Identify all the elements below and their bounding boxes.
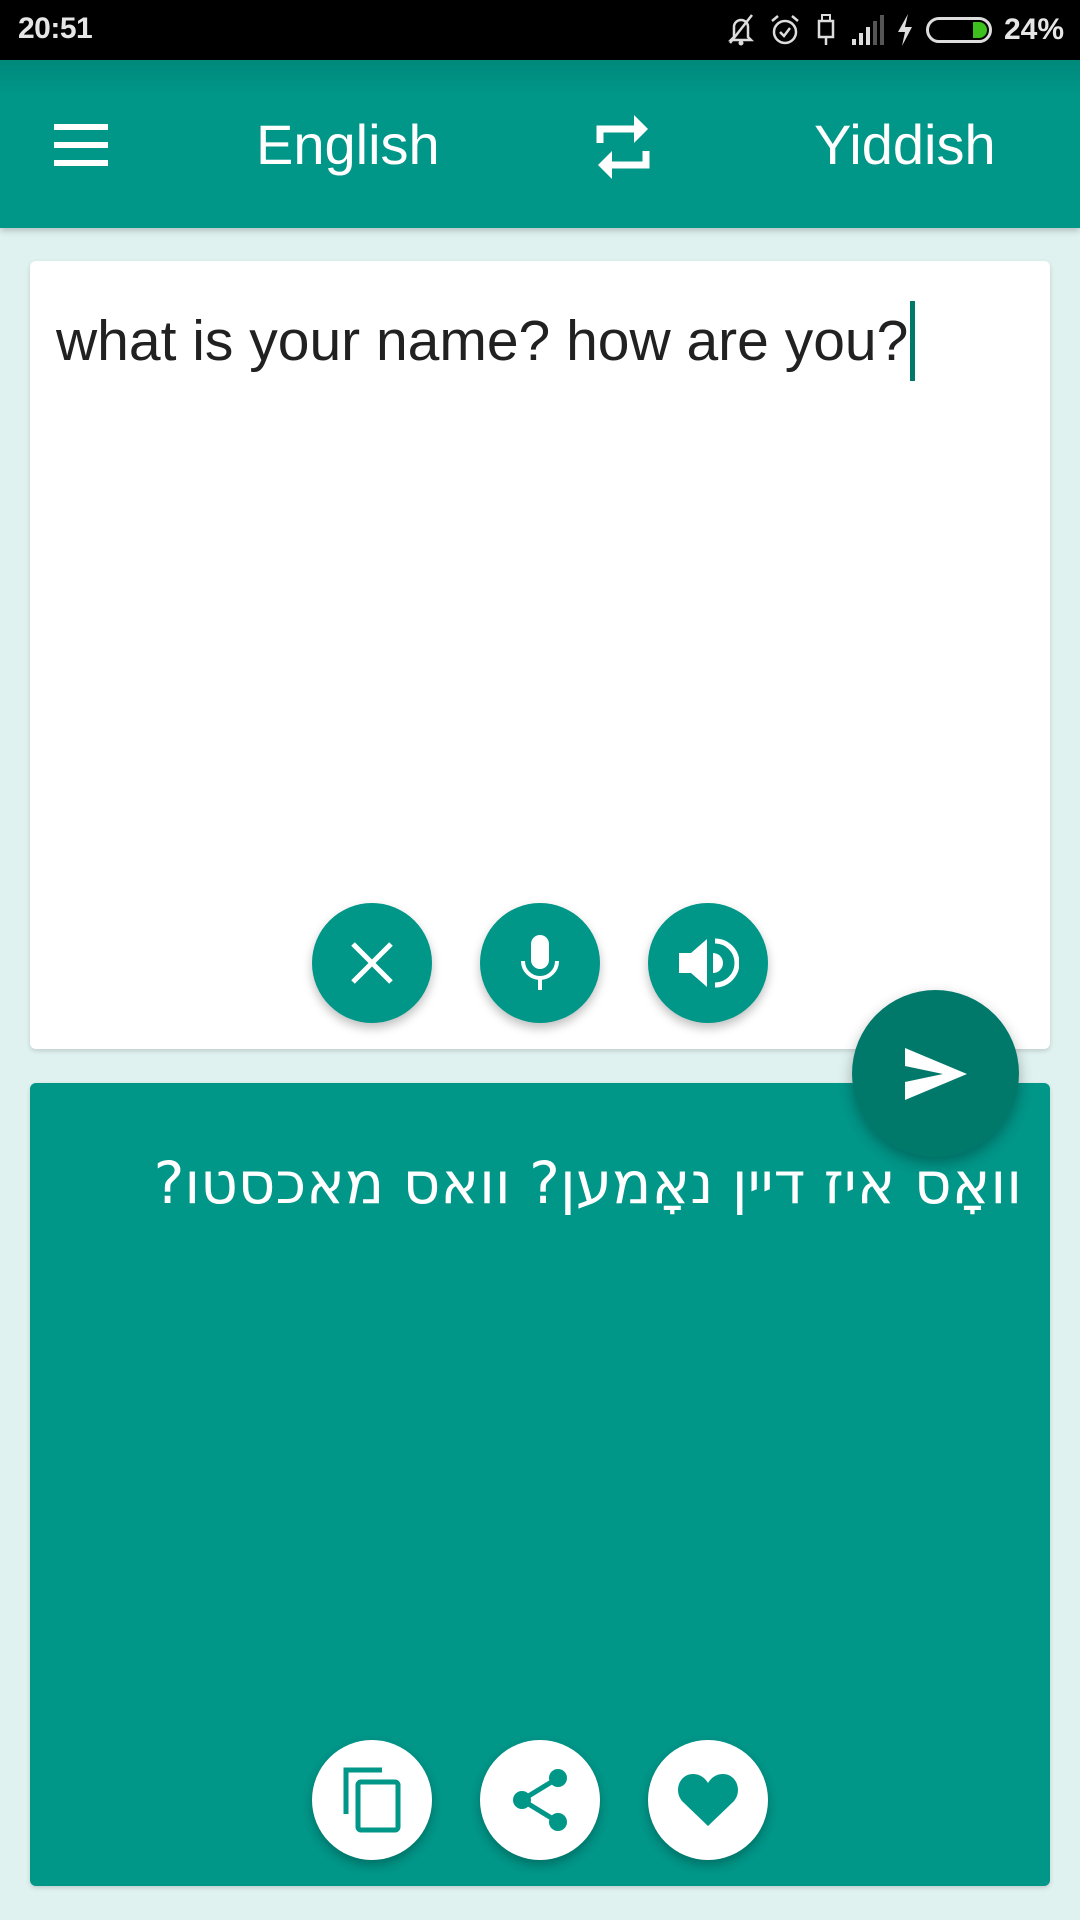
signal-icon [851, 15, 884, 45]
voice-input-button[interactable] [480, 903, 600, 1023]
translated-text: וואָס איז דיין נאָמען? וואס מאכסטו? [153, 1149, 1022, 1217]
speak-button[interactable] [648, 903, 768, 1023]
alarm-icon [771, 15, 799, 45]
hamburger-line [54, 142, 108, 148]
hamburger-line [54, 160, 108, 166]
text-cursor [910, 301, 916, 381]
microphone-icon [521, 935, 559, 990]
status-bar: 20:51 24% [0, 0, 1080, 60]
close-icon [351, 942, 393, 984]
swap-languages-button[interactable] [590, 115, 656, 181]
favorite-button[interactable] [648, 1740, 768, 1860]
output-card: וואָס איז דיין נאָמען? וואס מאכסטו? [30, 1083, 1050, 1886]
copy-icon [343, 1767, 401, 1833]
notifications-off-icon [727, 14, 754, 46]
translate-button[interactable] [852, 990, 1019, 1157]
status-icons: 24% [726, 10, 1064, 50]
battery-icon [925, 17, 992, 43]
speaker-icon [679, 938, 739, 988]
target-language-selector[interactable]: Yiddish [814, 112, 996, 177]
source-text: what is your name? how are you? [56, 309, 909, 373]
share-button[interactable] [480, 1740, 600, 1860]
charging-icon [897, 14, 912, 46]
status-time: 20:51 [18, 12, 93, 45]
battery-level [972, 22, 987, 38]
menu-button[interactable] [50, 120, 112, 170]
heart-icon [678, 1774, 738, 1826]
clear-button[interactable] [312, 903, 432, 1023]
copy-button[interactable] [312, 1740, 432, 1860]
send-icon [904, 1047, 967, 1100]
app-bar: English Yiddish [0, 60, 1080, 228]
hamburger-menu-icon [54, 124, 108, 130]
usb-icon [817, 14, 835, 45]
source-language-selector[interactable]: English [256, 112, 440, 177]
input-card: what is your name? how are you? [30, 261, 1050, 1049]
swap-languages-icon [596, 115, 650, 179]
battery-percent: 24% [1003, 13, 1064, 46]
source-text-input[interactable]: what is your name? how are you? [56, 301, 1030, 381]
share-icon [513, 1769, 567, 1831]
